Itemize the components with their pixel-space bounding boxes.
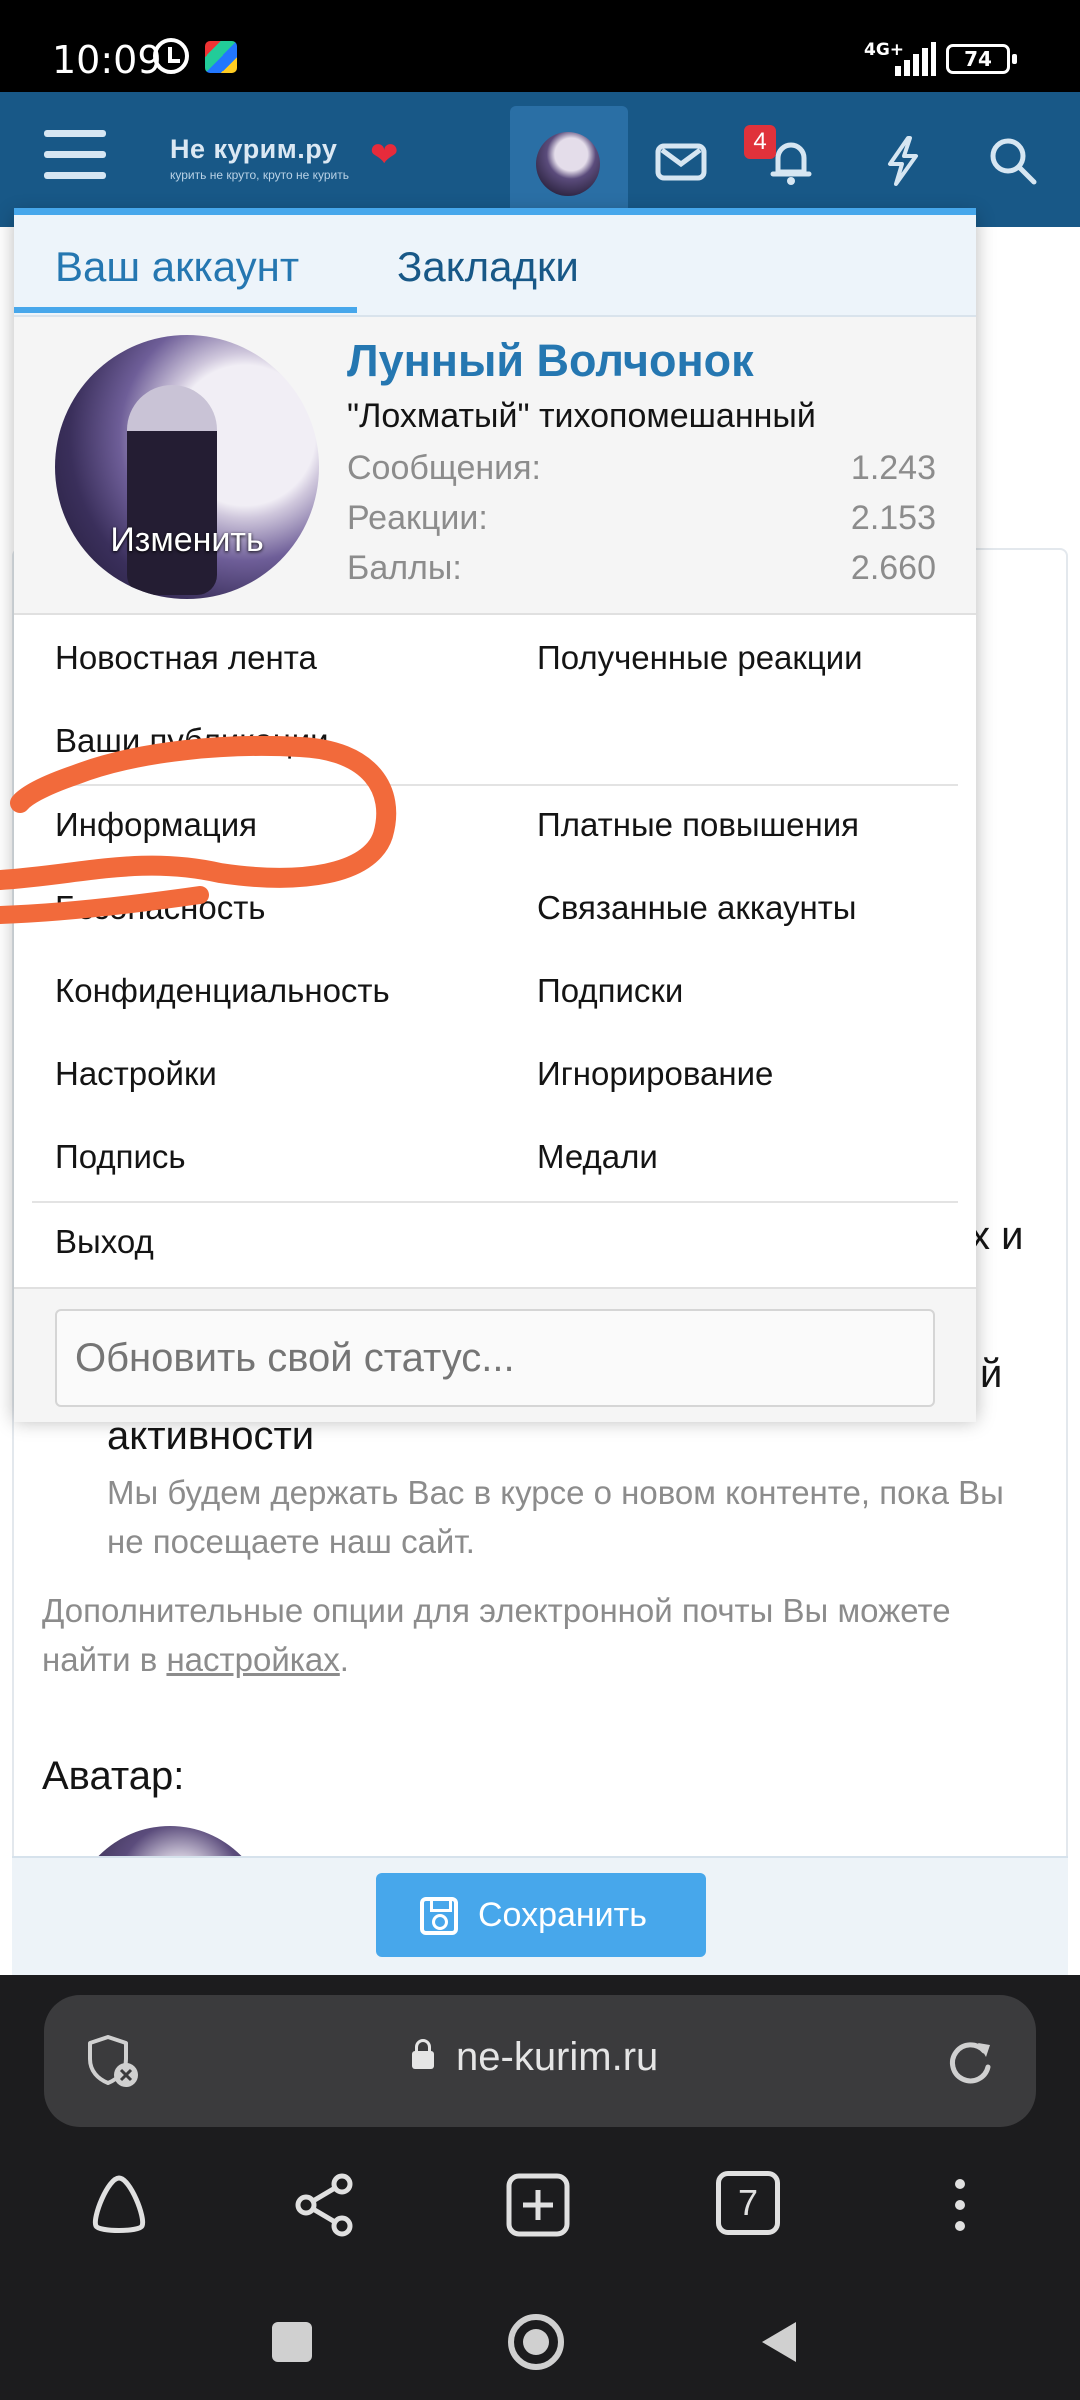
floppy-disk-icon [420, 1897, 458, 1935]
back-icon[interactable] [756, 2318, 804, 2366]
email-options-suffix: . [339, 1641, 349, 1678]
menu-item-connected-accounts[interactable]: Связанные аккаунты [537, 889, 857, 927]
menu-item-medals[interactable]: Медали [537, 1138, 658, 1176]
avatar [536, 132, 600, 196]
email-options-note: Дополнительные опции для электронной поч… [42, 1586, 982, 1684]
menu-item-your-publications[interactable]: Ваши публикации [55, 722, 329, 760]
alarm-icon [153, 38, 189, 74]
logo-tagline: курить не круто, круто не курить [170, 168, 350, 182]
stat-messages-value[interactable]: 1.243 [851, 449, 936, 488]
account-menu: Ваш аккаунт Закладки Изменить Лунный Вол… [14, 208, 976, 1422]
active-tab-indicator [14, 307, 357, 313]
system-nav-bar [0, 2290, 1080, 2400]
save-button[interactable]: Сохранить [376, 1873, 706, 1957]
stat-reactions-label: Реакции: [347, 499, 488, 537]
search-icon[interactable] [986, 134, 1040, 188]
recent-apps-icon[interactable] [272, 2322, 312, 2362]
battery-icon: 74 [946, 44, 1017, 74]
shield-blocked-icon[interactable] [82, 2031, 144, 2093]
page-text-fragment-2: й [980, 1352, 1003, 1396]
home-button-icon[interactable] [508, 2314, 564, 2370]
share-icon[interactable] [290, 2170, 360, 2240]
profile-username[interactable]: Лунный Волчонок [347, 335, 754, 387]
page-text-fragment: х и [970, 1214, 1024, 1258]
tab-bookmarks[interactable]: Закладки [397, 243, 579, 291]
status-bar: 10:09 4G+ 74 [0, 0, 1080, 92]
address-bar[interactable]: ne-kurim.ru [44, 1995, 1036, 2127]
wolf-figure [127, 385, 217, 595]
menu-item-settings[interactable]: Настройки [55, 1055, 217, 1093]
signal-icon [895, 42, 936, 76]
menu-item-privacy[interactable]: Конфиденциальность [55, 972, 390, 1010]
menu-divider [32, 784, 958, 786]
menu-item-security[interactable]: Безопасность [55, 889, 266, 927]
lightning-icon[interactable] [876, 134, 930, 188]
activity-description: Мы будем держать Вас в курсе о новом кон… [107, 1474, 1004, 1560]
menu-item-news-feed[interactable]: Новостная лента [55, 639, 317, 677]
tab-your-account[interactable]: Ваш аккаунт [55, 243, 299, 291]
menu-tabs: Ваш аккаунт Закладки [14, 215, 976, 317]
reload-icon[interactable] [944, 2037, 996, 2089]
menu-icon[interactable] [44, 130, 106, 180]
menu-item-signature[interactable]: Подпись [55, 1138, 186, 1176]
settings-link[interactable]: настройках [166, 1641, 339, 1678]
site-header: Не курим.ру курить не круто, круто не ку… [0, 92, 1080, 227]
tab-count: 7 [737, 2182, 759, 2223]
save-button-label: Сохранить [478, 1896, 647, 1934]
profile-avatar[interactable]: Изменить [55, 335, 319, 599]
clock: 10:09 [52, 38, 162, 82]
status-update-area [14, 1287, 976, 1422]
profile-user-title: "Лохматый" тихопомешанный [347, 397, 816, 435]
menu-item-logout[interactable]: Выход [55, 1223, 154, 1261]
hearts-icon: ❤ [370, 136, 399, 174]
stat-reactions-value[interactable]: 2.153 [851, 499, 936, 538]
battery-level: 74 [964, 47, 992, 71]
status-input[interactable] [55, 1309, 935, 1407]
menu-item-information[interactable]: Информация [55, 806, 257, 844]
menu-item-ignoring[interactable]: Игнорирование [537, 1055, 773, 1093]
avatar-label: Аватар: [42, 1754, 185, 1798]
url-text[interactable]: ne-kurim.ru [456, 2035, 658, 2080]
inbox-icon[interactable] [654, 134, 708, 188]
app-notification-icon [205, 41, 237, 73]
more-options-icon[interactable] [925, 2170, 995, 2240]
site-logo[interactable]: Не курим.ру курить не круто, круто не ку… [170, 134, 399, 182]
logo-title: Не курим.ру [170, 134, 338, 164]
stat-messages-label: Сообщения: [347, 449, 541, 487]
menu-item-paid-upgrades[interactable]: Платные повышения [537, 806, 859, 844]
new-tab-icon[interactable] [503, 2170, 573, 2240]
menu-item-received-reactions[interactable]: Полученные реакции [537, 639, 863, 677]
profile-summary: Изменить Лунный Волчонок "Лохматый" тихо… [14, 317, 976, 615]
menu-divider-2 [32, 1201, 958, 1203]
menu-item-subscriptions[interactable]: Подписки [537, 972, 683, 1010]
lock-icon [412, 2039, 434, 2069]
stat-points-value[interactable]: 2.660 [851, 549, 936, 588]
home-icon[interactable] [84, 2170, 154, 2240]
change-avatar-label[interactable]: Изменить [55, 521, 319, 560]
notification-badge: 4 [744, 125, 776, 159]
stat-points-label: Баллы: [347, 549, 462, 587]
tabs-counter-button[interactable]: 7 [716, 2171, 780, 2235]
